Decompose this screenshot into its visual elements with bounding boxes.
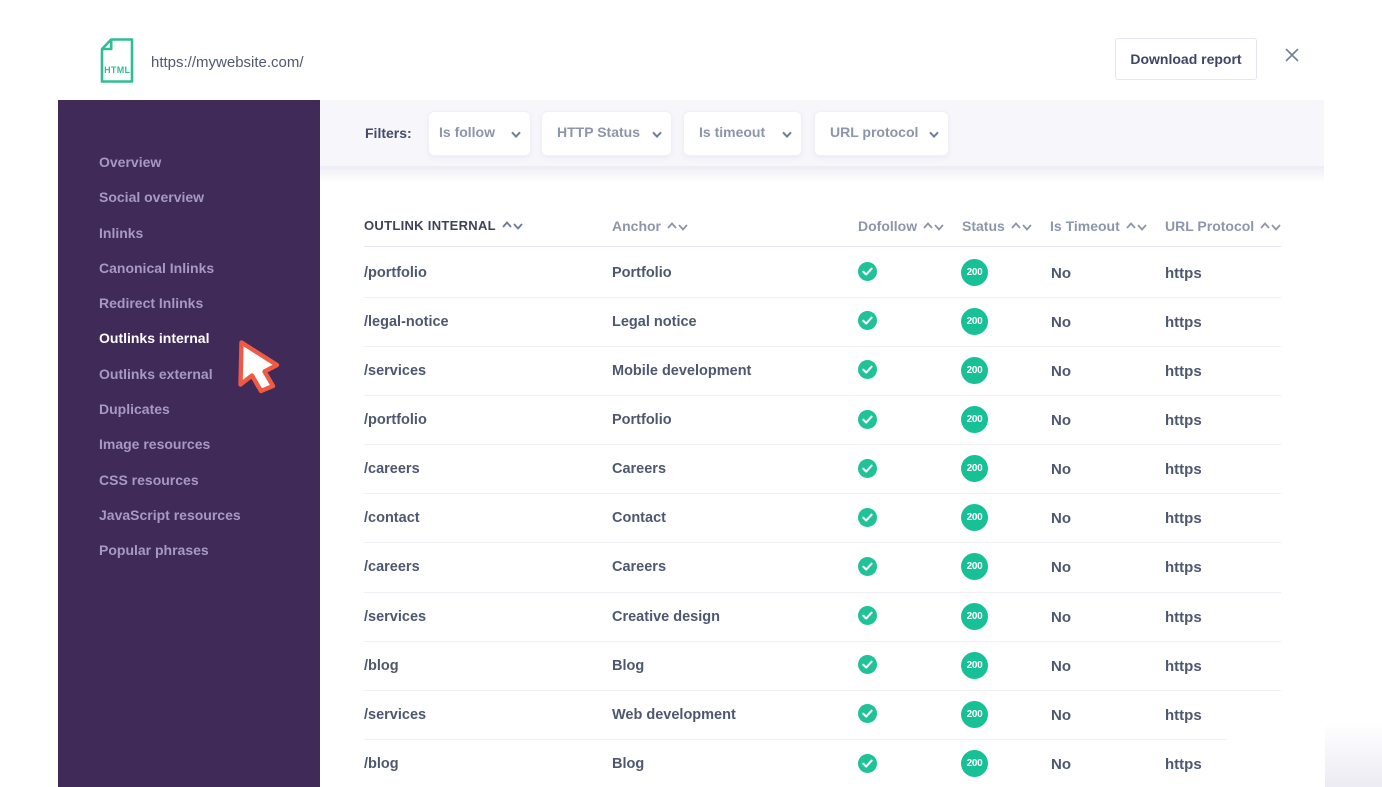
svg-text:HTML: HTML <box>104 65 130 75</box>
